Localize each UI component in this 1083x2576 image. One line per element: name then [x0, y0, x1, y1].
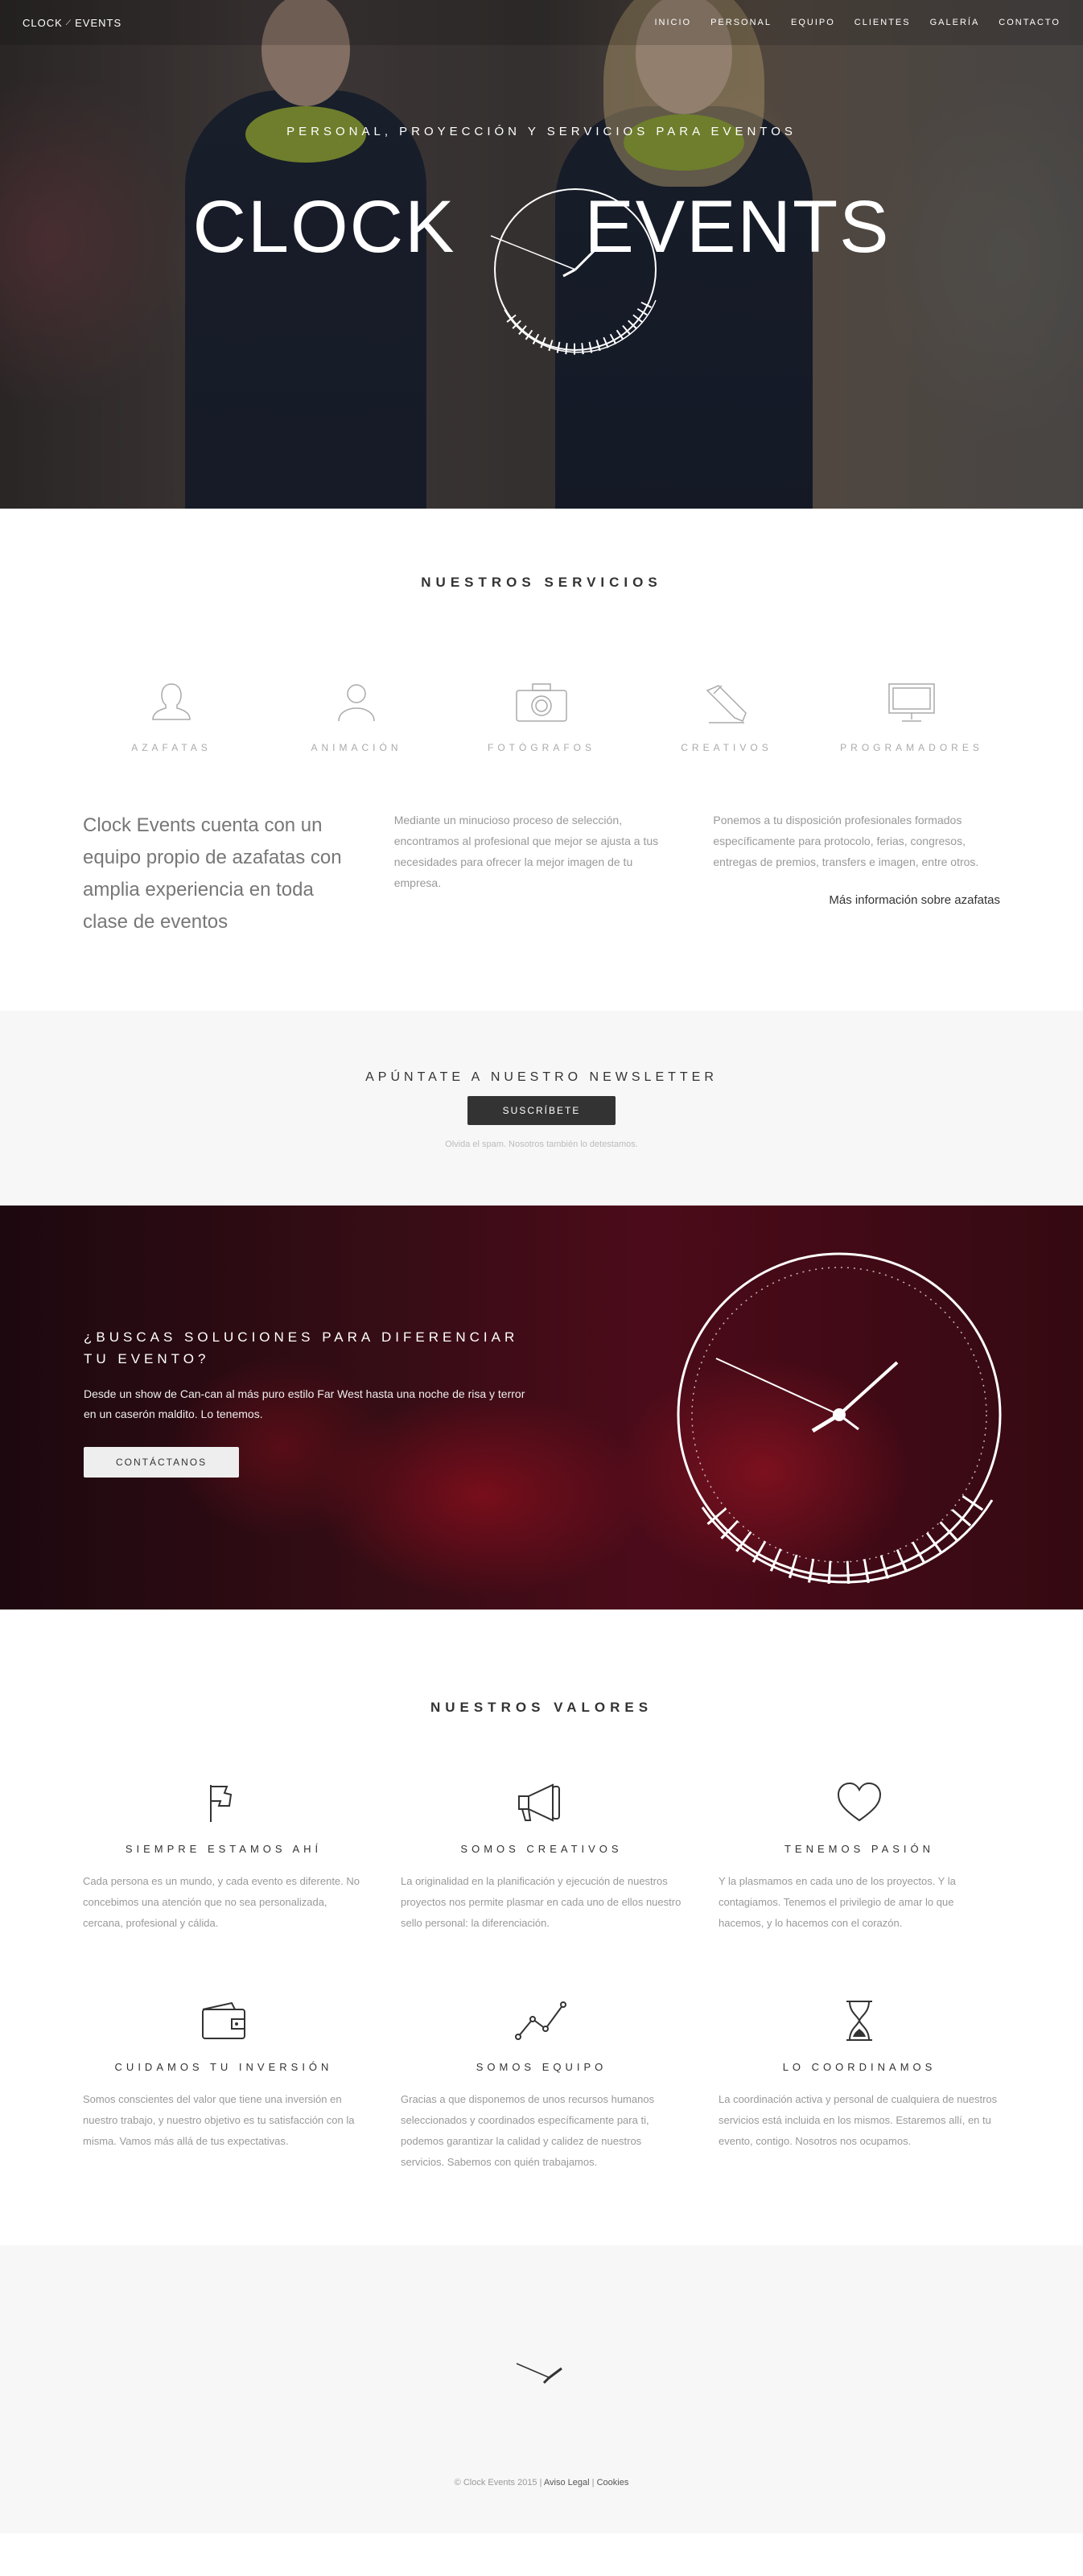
values-title: NUESTROS VALORES — [430, 1700, 653, 1715]
service-fotografos[interactable]: FOTÓGRAFOS — [449, 679, 634, 753]
services-text-2: Ponemos a tu disposición profesionales f… — [713, 814, 979, 868]
value-text: Gracias a que disponemos de unos recurso… — [401, 2093, 655, 2168]
legal-link[interactable]: Aviso Legal — [544, 2478, 590, 2487]
hourglass-icon — [846, 2001, 872, 2041]
pencil-icon — [706, 685, 747, 723]
cta-band-section: ¿BUSCAS SOLUCIONES PARA DIFERENCIAR TU E… — [0, 1206, 1083, 1609]
value-text: Somos conscientes del valor que tiene un… — [83, 2093, 355, 2147]
value-title: TENEMOS PASIÓN — [784, 1843, 935, 1855]
services-text-1: Mediante un minucioso proceso de selecci… — [393, 814, 659, 889]
value-title: LO COORDINAMOS — [782, 2061, 937, 2073]
clock-hands-icon: ⟋ — [65, 18, 72, 27]
wallet-icon — [202, 2001, 245, 2039]
nav-item-equipo[interactable]: EQUIPO — [791, 18, 835, 27]
services-intro: Clock Events cuenta con un equipo propio… — [83, 814, 342, 933]
nav-menu: INICIO PERSONAL EQUIPO CLIENTES GALERÍA … — [654, 18, 1060, 27]
service-label: CREATIVOS — [681, 742, 772, 753]
nav-item-personal[interactable]: PERSONAL — [710, 18, 772, 27]
line-graph-icon — [515, 2001, 566, 2040]
flag-icon — [210, 1785, 233, 1822]
value-item: LO COORDINAMOS La coordinación activa y … — [719, 1998, 1000, 2173]
value-title: SIEMPRE ESTAMOS AHÍ — [125, 1843, 323, 1855]
nav-logo-left: CLOCK — [23, 16, 63, 29]
cta-text: Desde un show de Can-can al más puro est… — [84, 1387, 525, 1420]
hero-section: CLOCK ⟋ EVENTS INICIO PERSONAL EQUIPO CL… — [0, 0, 1083, 509]
value-item: SOMOS EQUIPO Gracias a que disponemos de… — [401, 1998, 682, 2173]
service-azafatas[interactable]: AZAFATAS — [79, 679, 264, 753]
top-navigation: CLOCK ⟋ EVENTS INICIO PERSONAL EQUIPO CL… — [0, 0, 1083, 45]
value-title: CUIDAMOS TU INVERSIÓN — [114, 2061, 333, 2073]
person-icon — [338, 684, 375, 722]
value-text: La originalidad en la planificación y ej… — [401, 1875, 682, 1929]
service-label: AZAFATAS — [131, 742, 212, 753]
footer-copyright: © Clock Events 2015 | Aviso Legal | Cook… — [0, 2478, 1083, 2487]
nav-item-contacto[interactable]: CONTACTO — [999, 18, 1060, 27]
megaphone-icon — [518, 1783, 560, 1822]
value-text: Y la plasmamos en cada uno de los proyec… — [719, 1875, 956, 1929]
service-label: FOTÓGRAFOS — [488, 742, 595, 753]
service-label: ANIMACIÓN — [311, 742, 402, 753]
nav-logo[interactable]: CLOCK ⟋ EVENTS — [23, 17, 121, 29]
hero-logo-right: EVENTS — [584, 186, 891, 268]
copyright-text: © Clock Events 2015 | — [454, 2478, 542, 2487]
services-title: NUESTROS SERVICIOS — [421, 575, 662, 590]
value-item: SIEMPRE ESTAMOS AHÍ Cada persona es un m… — [83, 1780, 364, 1934]
footer: © Clock Events 2015 | Aviso Legal | Cook… — [0, 2245, 1083, 2533]
service-animacion[interactable]: ANIMACIÓN — [264, 679, 449, 753]
monitor-icon — [888, 683, 935, 722]
subscribe-button[interactable]: SUSCRÍBETE — [467, 1096, 616, 1125]
footer-separator: | — [591, 2478, 595, 2487]
service-programadores[interactable]: PROGRAMADORES — [819, 679, 1004, 753]
value-text: La coordinación activa y personal de cua… — [719, 2093, 998, 2147]
nav-item-clientes[interactable]: CLIENTES — [854, 18, 911, 27]
value-title: SOMOS EQUIPO — [476, 2061, 607, 2073]
hero-logo-left: CLOCK — [192, 186, 456, 268]
newsletter-note: Olvida el spam. Nosotros también lo dete… — [445, 1140, 638, 1149]
newsletter-title: APÚNTATE A NUESTRO NEWSLETTER — [365, 1070, 718, 1084]
service-label: PROGRAMADORES — [840, 742, 983, 753]
services-section: NUESTROS SERVICIOS AZAFATAS ANIMACIÓN FO… — [0, 509, 1083, 1011]
nav-item-inicio[interactable]: INICIO — [654, 18, 691, 27]
cookies-link[interactable]: Cookies — [597, 2478, 629, 2487]
values-section: NUESTROS VALORES SIEMPRE ESTAMOS AHÍ Cad… — [0, 1609, 1083, 2245]
clock-hands-logo-icon — [516, 2363, 562, 2384]
hero-tagline: PERSONAL, PROYECCIÓN Y SERVICIOS PARA EV… — [286, 125, 797, 138]
camera-icon — [516, 683, 567, 722]
nav-item-galeria[interactable]: GALERÍA — [930, 18, 980, 27]
heart-icon — [837, 1782, 882, 1822]
value-item: TENEMOS PASIÓN Y la plasmamos en cada un… — [719, 1780, 1000, 1934]
service-creativos[interactable]: CREATIVOS — [634, 679, 819, 753]
value-item: SOMOS CREATIVOS La originalidad en la pl… — [401, 1780, 682, 1934]
contact-button[interactable]: CONTÁCTANOS — [84, 1447, 240, 1478]
value-text: Cada persona es un mundo, y cada evento … — [83, 1875, 360, 1929]
nav-logo-right: EVENTS — [75, 16, 122, 29]
hero-logo: CLOCK EVENTS — [0, 185, 1083, 270]
value-title: SOMOS CREATIVOS — [460, 1843, 623, 1855]
value-item: CUIDAMOS TU INVERSIÓN Somos conscientes … — [83, 1998, 364, 2173]
newsletter-section: APÚNTATE A NUESTRO NEWSLETTER SUSCRÍBETE… — [0, 1011, 1083, 1206]
more-info-link[interactable]: Más información sobre azafatas — [713, 890, 1000, 911]
person-female-icon — [152, 683, 191, 720]
cta-title: ¿BUSCAS SOLUCIONES PARA DIFERENCIAR TU E… — [84, 1329, 519, 1366]
clock-graphic-icon — [677, 1252, 1002, 1584]
